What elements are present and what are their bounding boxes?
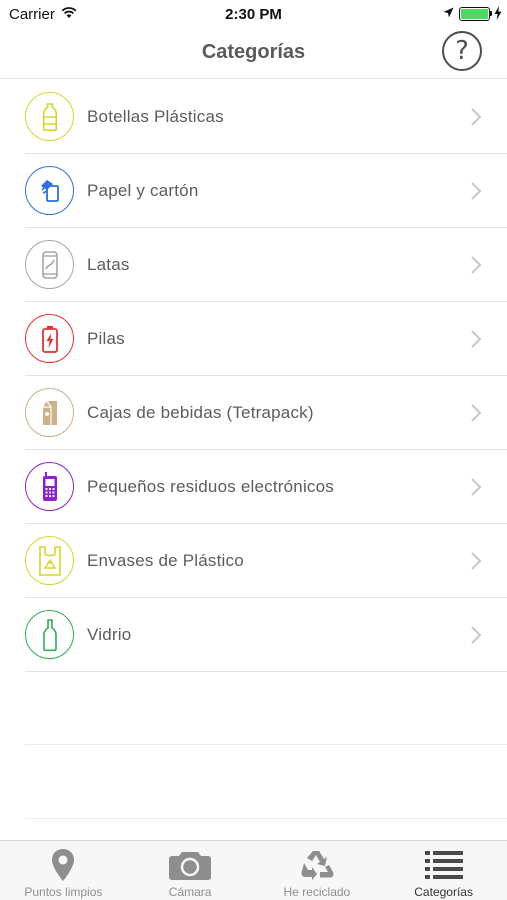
chevron-right-icon <box>471 404 482 422</box>
tab-categorias[interactable]: Categorías <box>380 841 507 900</box>
chevron-right-icon <box>471 256 482 274</box>
empty-row-separator <box>25 818 507 819</box>
chevron-right-icon <box>471 478 482 496</box>
paper-icon <box>25 166 74 215</box>
chevron-right-icon <box>471 330 482 348</box>
location-arrow-icon <box>443 7 454 18</box>
category-list: Botellas Plásticas Papel y cartón Latas <box>0 80 507 672</box>
help-button[interactable]: ? <box>442 31 482 71</box>
tab-label: Categorías <box>414 885 473 899</box>
battery-fill <box>461 9 488 19</box>
recycle-icon <box>301 851 334 880</box>
chevron-right-icon <box>471 626 482 644</box>
category-row-pilas[interactable]: Pilas <box>0 302 507 376</box>
tab-puntos-limpios[interactable]: Puntos limpios <box>0 841 127 900</box>
battery-icon <box>25 314 74 363</box>
list-icon <box>424 851 463 879</box>
category-label: Botellas Plásticas <box>87 107 224 126</box>
phone-icon <box>25 462 74 511</box>
battery-tip <box>490 11 492 16</box>
tab-label: Puntos limpios <box>24 885 103 899</box>
plastic-bag-icon <box>25 536 74 585</box>
category-label: Pilas <box>87 329 125 348</box>
clock: 2:30 PM <box>225 6 282 23</box>
chevron-right-icon <box>471 182 482 200</box>
tetrapack-icon <box>25 388 74 437</box>
category-label: Envases de Plástico <box>87 551 244 570</box>
category-row-electronicos[interactable]: Pequeños residuos electrónicos <box>0 450 507 524</box>
map-pin-icon <box>52 849 75 881</box>
battery-indicator-icon <box>459 7 490 21</box>
category-label: Cajas de bebidas (Tetrapack) <box>87 403 314 422</box>
category-label: Pequeños residuos electrónicos <box>87 477 334 496</box>
chevron-right-icon <box>471 552 482 570</box>
plastic-bottle-icon <box>25 92 74 141</box>
category-row-botellas[interactable]: Botellas Plásticas <box>0 80 507 154</box>
tab-camara[interactable]: Cámara <box>127 841 254 900</box>
category-row-vidrio[interactable]: Vidrio <box>0 598 507 672</box>
can-icon <box>25 240 74 289</box>
empty-row-separator <box>25 744 507 745</box>
chevron-right-icon <box>471 108 482 126</box>
page-title: Categorías <box>201 41 306 63</box>
navigation-bar: Categorías ? <box>0 28 507 79</box>
tab-label: He reciclado <box>283 885 351 899</box>
category-label: Vidrio <box>87 625 132 644</box>
status-bar: Carrier 2:30 PM <box>0 0 507 28</box>
tab-label: Cámara <box>168 885 212 899</box>
category-row-papel[interactable]: Papel y cartón <box>0 154 507 228</box>
category-label: Latas <box>87 255 130 274</box>
category-label: Papel y cartón <box>87 181 199 200</box>
category-row-tetrapack[interactable]: Cajas de bebidas (Tetrapack) <box>0 376 507 450</box>
glass-bottle-icon <box>25 610 74 659</box>
camera-icon <box>169 852 212 880</box>
charging-bolt-icon <box>494 6 502 20</box>
category-row-latas[interactable]: Latas <box>0 228 507 302</box>
category-row-envases[interactable]: Envases de Plástico <box>0 524 507 598</box>
tab-bar: Puntos limpios Cámara He reciclado Categ… <box>0 840 507 900</box>
tab-he-reciclado[interactable]: He reciclado <box>254 841 381 900</box>
